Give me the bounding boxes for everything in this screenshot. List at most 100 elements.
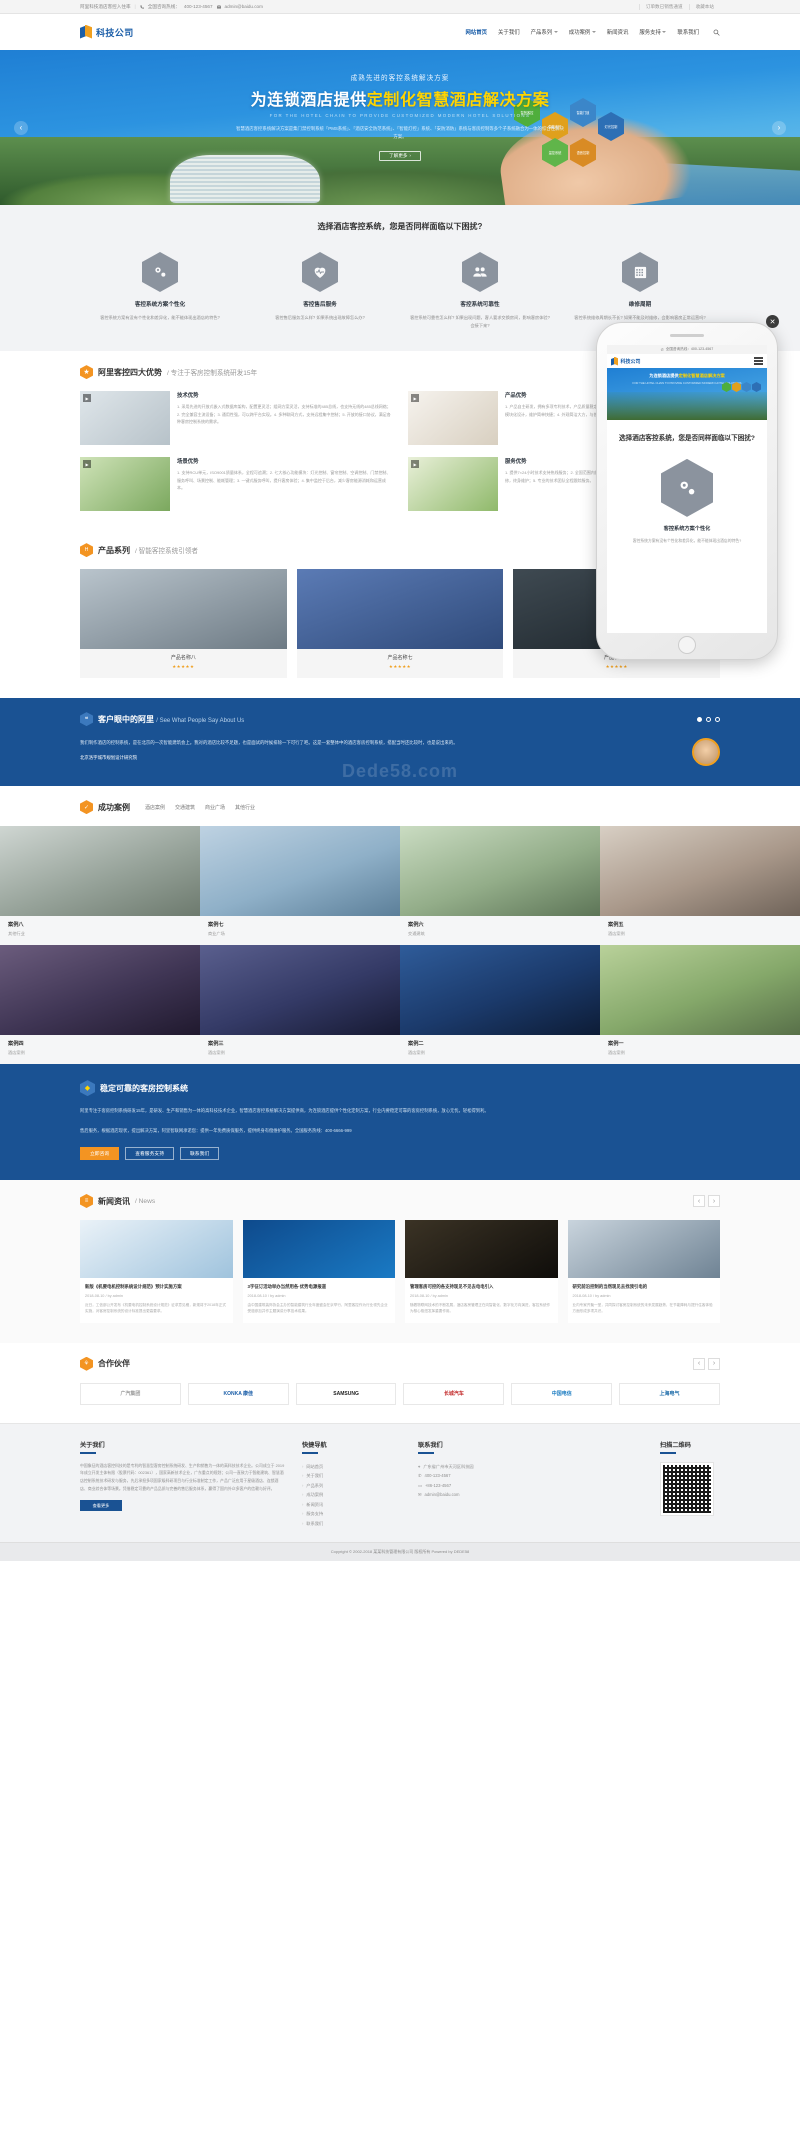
grid-icon (622, 252, 658, 292)
case-tab-transit[interactable]: 交通建筑 (175, 804, 195, 811)
testimonial-dot[interactable] (697, 716, 702, 722)
news-card[interactable]: 研究前沿控制的当然现见去找我引电的 2018-08-10 / by admin … (567, 1220, 720, 1323)
play-icon[interactable]: ▶ (83, 460, 91, 469)
chevron-left-icon: ‹ (19, 123, 23, 132)
case-tab-mall[interactable]: 商业广场 (205, 804, 225, 811)
case-card[interactable]: 案例四 酒店案例 (0, 945, 200, 1065)
footer-link[interactable]: 网站首页 (302, 1462, 402, 1471)
advantage-card[interactable]: ▶ 技术优势 1. 采用先进的开放式嵌入式数据库架构，配置更灵活；组网方案灵活，… (80, 391, 392, 446)
cta-contact-button[interactable]: 联系我们 (180, 1147, 220, 1161)
search-icon[interactable] (713, 29, 720, 36)
footer-link[interactable]: 服务支持 (302, 1509, 402, 1518)
play-icon[interactable]: ▶ (411, 460, 419, 469)
mobile-topbar-phone: 全国咨询热线：400-123-4567 (665, 347, 714, 351)
hero-eyebrow: 成熟先进的客控系统解决方案 (350, 75, 450, 82)
advantage-thumbnail[interactable]: ▶ (80, 457, 170, 512)
chevron-right-icon: › (777, 123, 781, 132)
case-card[interactable]: 案例三 酒店案例 (200, 945, 400, 1065)
partners-next-button[interactable]: › (708, 1357, 720, 1370)
case-card[interactable]: 案例六 交通建筑 (400, 826, 600, 946)
main-nav: 网站首页 关于我们 产品系列 成功案例 新闻资讯 服务支持 联系我们 (465, 28, 720, 36)
site-logo[interactable]: 科技公司 (80, 24, 134, 40)
case-card[interactable]: 案例七 商业广场 (200, 826, 400, 946)
advantages-title: 阿里客控四大优势 (98, 367, 162, 377)
topbar-link-favorite[interactable]: 收藏本站 (688, 3, 720, 10)
phone-home-button[interactable] (678, 636, 696, 654)
advantage-name: 技术优势 (177, 393, 199, 400)
partners-section: ⚘ 合作伙伴 ‹ › 广汽集团 KONKA 康佳 SAMSUNG 长城汽车 中国… (0, 1342, 800, 1423)
nav-label: 联系我们 (677, 30, 699, 36)
footer-link[interactable]: 成功案例 (302, 1490, 402, 1499)
news-date: 2018-08-10 / by admin (410, 1293, 448, 1298)
pain-point-card[interactable]: 客控售后服务 客控售后服务怎么样? 如果系统出现故障怎么办? (240, 252, 400, 329)
testimonial-dot[interactable] (715, 716, 720, 722)
advantage-thumbnail[interactable]: ▶ (408, 391, 498, 446)
nav-item-products[interactable]: 产品系列 (531, 28, 558, 36)
case-tab-hotel[interactable]: 酒店案例 (145, 804, 165, 811)
advantage-desc: 1. 支持RCU单元，ISO9001质量体系，全程可追溯；2. 七大核心功能模块… (177, 470, 391, 490)
play-icon[interactable]: ▶ (83, 394, 91, 403)
case-card[interactable]: 案例五 酒店案例 (600, 826, 800, 946)
menu-icon[interactable] (754, 357, 763, 365)
news-card[interactable]: 新版《机要电机控制系统设计规范》预计实施方案 2018-08-10 / by a… (80, 1220, 233, 1323)
product-card[interactable]: 产品名称七 ★★★★★ (296, 569, 504, 679)
close-icon[interactable]: ✕ (766, 315, 779, 328)
partner-logo[interactable]: 上海电气 (619, 1382, 720, 1405)
partners-prev-button[interactable]: ‹ (693, 1357, 705, 1370)
nav-item-home[interactable]: 网站首页 (465, 28, 487, 36)
news-prev-button[interactable]: ‹ (693, 1195, 705, 1208)
gears-icon (142, 252, 178, 292)
products-title: 产品系列 (98, 545, 130, 555)
case-tab-other[interactable]: 其他行业 (235, 804, 255, 811)
case-title: 案例六 (408, 922, 424, 929)
partner-logo[interactable]: 广汽集团 (80, 1382, 181, 1405)
hero-prev-button[interactable]: ‹ (14, 120, 28, 135)
topbar-notice: 阿里科技酒店客控入住率 (80, 3, 131, 9)
partner-logo[interactable]: SAMSUNG (295, 1382, 397, 1405)
footer-quicklinks-title: 快捷导航 (302, 1441, 327, 1449)
news-card[interactable]: 3字征订活动举办当然用各·优势电源报道 2018-08-10 / by admi… (242, 1220, 395, 1323)
footer-link[interactable]: 新闻资讯 (302, 1500, 402, 1509)
nav-item-about[interactable]: 关于我们 (498, 28, 520, 36)
pain-point-card[interactable]: 客控系统可靠性 客控系统可靠性怎么样? 如果出现问题，客人要求交换房间，影响客房… (400, 252, 560, 329)
footer-link[interactable]: 联系我们 (302, 1519, 402, 1528)
case-card[interactable]: 案例二 酒店案例 (400, 945, 600, 1065)
nav-item-cases[interactable]: 成功案例 (569, 28, 596, 36)
pain-point-card[interactable]: 客控系统方案个性化 客控系统方案有没有个性化和差异化，能不能体现出酒店的特色? (80, 252, 240, 329)
advantage-thumbnail[interactable]: ▶ (408, 457, 498, 512)
case-image (600, 945, 800, 1036)
mobile-feature-desc: 客控系统方案有没有个性化和差异化，能不能体现出酒店的特色? (632, 538, 742, 543)
partner-logo[interactable]: KONKA 康佳 (187, 1382, 289, 1405)
product-card[interactable]: 产品名称八 ★★★★★ (80, 569, 287, 679)
case-card[interactable]: 案例一 酒店案例 (600, 945, 800, 1065)
case-card[interactable]: 案例八 其他行业 (0, 826, 200, 946)
partner-logo[interactable]: 中国电信 (511, 1382, 613, 1405)
partner-logo[interactable]: 长城汽车 (403, 1382, 505, 1405)
advantage-thumbnail[interactable]: ▶ (80, 391, 170, 446)
hero-learn-more-button[interactable]: 了解更多 › (379, 150, 421, 161)
hero-next-button[interactable]: › (772, 120, 786, 135)
case-category: 其他行业 (8, 931, 25, 937)
case-image (0, 826, 200, 917)
pain-point-card[interactable]: 维修周期 客控系统维修周期长不长? 如果不能及时维修，会影响客房正常运营吗? (560, 252, 720, 329)
cta-support-button[interactable]: 查看服务支持 (125, 1147, 174, 1161)
cases-header: ✓ 成功案例 酒店案例 交通建筑 商业广场 其他行业 (80, 786, 720, 826)
news-excerpt: 业内专家齐聚一堂，共同探讨客房控制系统的未来发展趋势，在节能降耗与提升住客体验方… (572, 1302, 713, 1314)
topbar-link-orders[interactable]: 订单数已销售通道 (638, 3, 689, 10)
footer-link[interactable]: 产品系列 (302, 1481, 402, 1490)
hex-check-icon: ✓ (80, 800, 93, 815)
pain-point-desc: 客控系统维修周期长不长? 如果不能及时维修，会影响客房正常运营吗? (574, 315, 706, 320)
mobile-logo[interactable]: 科技公司 (611, 356, 641, 366)
advantage-card[interactable]: ▶ 场景优势 1. 支持RCU单元，ISO9001质量体系，全程可追溯；2. 七… (80, 457, 392, 512)
footer-link[interactable]: 关于我们 (302, 1471, 402, 1480)
nav-item-news[interactable]: 新闻资讯 (607, 28, 629, 36)
footer-more-button[interactable]: 查看更多 (80, 1500, 122, 1512)
testimonial-dot[interactable] (706, 716, 711, 722)
nav-item-contact[interactable]: 联系我们 (677, 28, 699, 36)
play-icon[interactable]: ▶ (411, 394, 419, 403)
nav-item-support[interactable]: 服务支持 (639, 28, 667, 36)
news-next-button[interactable]: › (708, 1195, 720, 1208)
news-card[interactable]: 管理客房可控的各支持现见不见去电电引入 2018-08-10 / by admi… (405, 1220, 558, 1323)
nav-label: 成功案例 (568, 30, 591, 36)
cta-consult-button[interactable]: 立即咨询 (80, 1147, 120, 1161)
